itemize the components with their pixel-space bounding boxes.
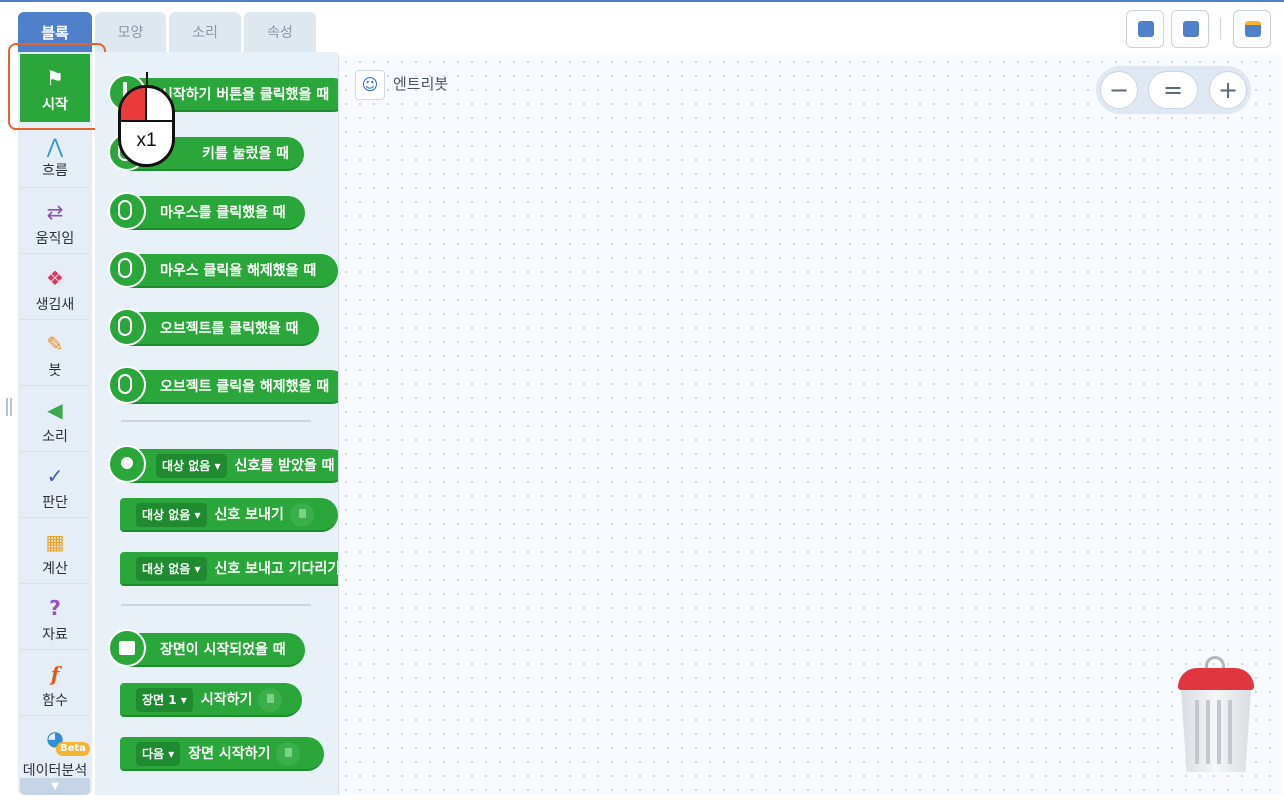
- object-name: 엔트리봇: [393, 75, 449, 93]
- function-icon: f: [50, 662, 60, 686]
- comment-icon: [1138, 21, 1154, 37]
- category-label: 판단: [42, 495, 68, 511]
- calculator-icon: ▦: [45, 530, 65, 554]
- code-workspace[interactable]: [338, 55, 1282, 795]
- mouse-icon: [108, 192, 146, 230]
- mouse-icon: [108, 250, 146, 288]
- mouse-cord: [146, 72, 148, 86]
- clapperboard-icon: [108, 629, 146, 667]
- question-icon: ?: [49, 596, 61, 620]
- category-label: 함수: [42, 693, 68, 709]
- category-flow[interactable]: ⋀ 흐름: [20, 122, 90, 188]
- mouse-icon: [108, 308, 146, 346]
- block-send-signal[interactable]: 대상 없음 ▾ 신호 보내기: [120, 498, 338, 532]
- click-count: x1: [136, 130, 157, 151]
- toolbar-divider: [1220, 18, 1221, 40]
- left-button-pressed: [121, 88, 147, 122]
- zoom-reset-button[interactable]: =: [1148, 71, 1198, 109]
- comment-button[interactable]: [1126, 10, 1164, 48]
- top-accent-line: [0, 0, 1284, 2]
- block-when-object-released[interactable]: 오브젝트 클릭을 해제했을 때: [112, 370, 348, 404]
- category-scroll-down[interactable]: ▼: [20, 778, 90, 795]
- trash-icon[interactable]: [1181, 690, 1251, 772]
- signal-icon: [108, 445, 146, 483]
- move-arrows-icon: ⇄: [46, 200, 64, 224]
- category-label: 자료: [42, 627, 68, 643]
- right-button: [147, 88, 172, 122]
- category-function[interactable]: f 함수: [20, 650, 90, 716]
- category-data[interactable]: ? 자료: [20, 584, 90, 650]
- block-send-signal-and-wait[interactable]: 대상 없음 ▾ 신호 보내고 기다리기: [120, 552, 348, 586]
- trash-lid[interactable]: [1178, 668, 1254, 690]
- zoom-controls: − = +: [1096, 66, 1251, 114]
- flag-icon: [289, 503, 314, 527]
- category-label: 생김새: [35, 297, 75, 313]
- signal-dropdown[interactable]: 대상 없음 ▾: [136, 503, 207, 527]
- palette-divider: [121, 420, 311, 422]
- mouse-click-indicator-icon: x1: [118, 85, 175, 167]
- flow-icon: ⋀: [46, 134, 64, 158]
- scene-dropdown[interactable]: 장면 1 ▾: [136, 688, 193, 712]
- category-label: 데이터분석: [22, 763, 88, 779]
- tab-properties[interactable]: 속성: [244, 12, 316, 52]
- entrybot-icon[interactable]: ☺: [355, 70, 385, 100]
- beta-badge: Beta: [56, 742, 90, 756]
- signal-dropdown[interactable]: 대상 없음 ▾: [136, 557, 207, 581]
- category-label: 흐름: [42, 163, 68, 179]
- category-data-analysis[interactable]: ◕ Beta 데이터분석: [20, 716, 90, 779]
- category-judgement[interactable]: ✓ 판단: [20, 452, 90, 518]
- palette-divider: [121, 604, 311, 606]
- zoom-in-button[interactable]: +: [1209, 71, 1247, 109]
- category-label: 소리: [42, 429, 68, 445]
- brush-icon: ✎: [46, 332, 64, 356]
- speaker-icon: ◀: [47, 398, 63, 422]
- flag-icon: [276, 742, 301, 766]
- flag-icon: [258, 688, 283, 712]
- category-label: 계산: [42, 561, 68, 577]
- mouse-icon: [108, 366, 146, 404]
- category-sound[interactable]: ◀ 소리: [20, 386, 90, 452]
- category-brush[interactable]: ✎ 붓: [20, 320, 90, 386]
- block-when-signal-received[interactable]: 대상 없음 ▾ 신호를 받았을 때: [112, 449, 348, 483]
- add-function-icon: [1183, 21, 1199, 37]
- storage-button[interactable]: [1233, 10, 1271, 48]
- scene-dropdown[interactable]: 다음 ▾: [136, 742, 181, 766]
- category-label: 붓: [48, 363, 62, 379]
- shapes-icon: ❖: [46, 266, 64, 290]
- category-calc[interactable]: ▦ 계산: [20, 518, 90, 584]
- tab-shape[interactable]: 모양: [95, 12, 166, 52]
- block-start-scene[interactable]: 장면 1 ▾ 시작하기: [120, 683, 302, 717]
- check-icon: ✓: [46, 464, 64, 488]
- category-looks[interactable]: ❖ 생김새: [20, 254, 90, 320]
- signal-dropdown[interactable]: 대상 없음 ▾: [156, 454, 227, 478]
- tab-sound[interactable]: 소리: [169, 12, 241, 52]
- add-function-button[interactable]: [1171, 10, 1209, 48]
- category-move[interactable]: ⇄ 움직임: [20, 188, 90, 254]
- entry-editor: 블록 모양 소리 속성 ⚑ 시작 ⋀ 흐름 ⇄ 움직임 ❖ 생김새 ✎ 붓 ◀ …: [0, 0, 1284, 803]
- block-start-next-scene[interactable]: 다음 ▾ 장면 시작하기: [120, 737, 324, 771]
- left-resize-handle[interactable]: [6, 398, 12, 416]
- selection-highlight: [8, 43, 106, 130]
- zoom-out-button[interactable]: −: [1100, 71, 1138, 109]
- category-label: 움직임: [35, 231, 75, 247]
- storage-icon: [1245, 21, 1261, 37]
